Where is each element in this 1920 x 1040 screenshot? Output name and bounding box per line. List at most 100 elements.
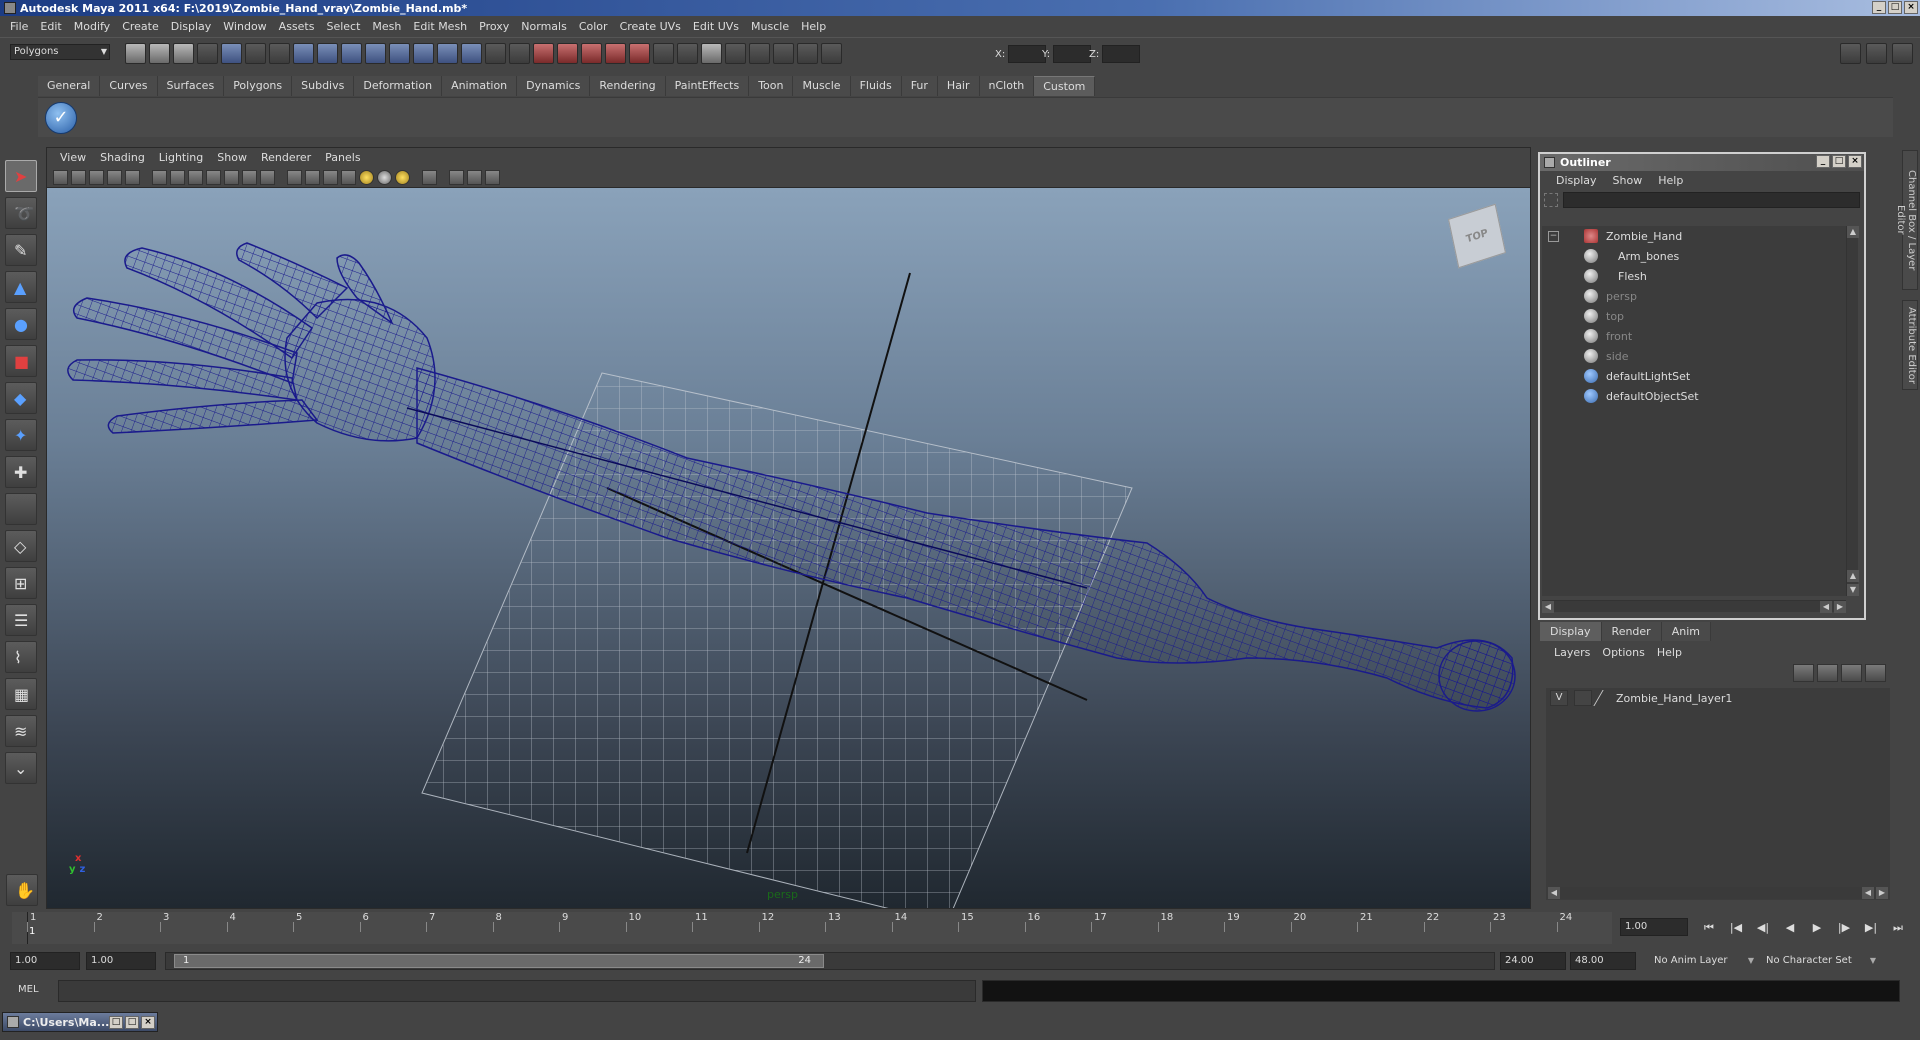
safe-title-icon[interactable] (260, 169, 275, 185)
outliner-item-flesh[interactable]: Flesh (1542, 266, 1846, 286)
snap-surface-icon[interactable] (389, 43, 410, 64)
maximize-button[interactable]: □ (1888, 1, 1902, 14)
menu-edit-mesh[interactable]: Edit Mesh (407, 20, 473, 33)
snap-grid-icon[interactable] (293, 43, 314, 64)
layer-tab-render[interactable]: Render (1601, 622, 1662, 641)
all-lights-icon[interactable] (395, 169, 410, 185)
shelf-tab-animation[interactable]: Animation (442, 76, 518, 96)
side-tab-channel-box[interactable]: Channel Box / Layer Editor (1895, 150, 1918, 290)
shelf-tab-muscle[interactable]: Muscle (793, 76, 851, 96)
outliner-close-button[interactable]: × (1848, 155, 1862, 168)
clipboard-icon[interactable] (701, 43, 722, 64)
collapse-toggle[interactable]: − (1548, 230, 1559, 242)
scale-tool-icon[interactable]: ■ (5, 345, 37, 377)
menu-modify[interactable]: Modify (68, 20, 116, 33)
scroll-up-icon[interactable]: ▲ (1847, 570, 1859, 582)
minimized-window[interactable]: C:\Users\Ma... □ □ × (2, 1012, 158, 1032)
persp-graph-layout-icon[interactable]: ≋ (5, 715, 37, 747)
shelf-tab-painteffects[interactable]: PaintEffects (665, 76, 750, 96)
render-region-icon[interactable] (509, 43, 530, 64)
script-language-label[interactable]: MEL (18, 984, 39, 995)
viewport-menu-view[interactable]: View (53, 151, 93, 164)
outliner-menu-display[interactable]: Display (1548, 174, 1605, 187)
shelf-tab-fluids[interactable]: Fluids (850, 76, 902, 96)
new-empty-layer-icon[interactable] (1841, 664, 1862, 682)
shelf-tab-dynamics[interactable]: Dynamics (517, 76, 591, 96)
layer-tab-display[interactable]: Display (1540, 622, 1602, 641)
select-tool-icon[interactable]: ➤ (5, 160, 37, 192)
shelf-tab-hair[interactable]: Hair (937, 76, 980, 96)
transform-icon[interactable] (725, 43, 746, 64)
outliner-filter-toggle[interactable] (1544, 193, 1558, 207)
layer-visibility-toggle[interactable]: V (1550, 690, 1568, 706)
menu-set-dropdown[interactable]: Polygons ▼ (10, 44, 110, 60)
step-forward-key-icon[interactable]: ▶| (1860, 920, 1882, 936)
shelf-tab-polygons[interactable]: Polygons (224, 76, 293, 96)
menu-color[interactable]: Color (573, 20, 614, 33)
outliner-menu-help[interactable]: Help (1650, 174, 1691, 187)
outliner-item-side[interactable]: side (1542, 346, 1846, 366)
wireframe-on-shaded-icon[interactable] (323, 169, 338, 185)
menu-display[interactable]: Display (165, 20, 218, 33)
camera-attributes-icon[interactable] (71, 169, 86, 185)
hypershade-icon[interactable] (605, 43, 626, 64)
go-to-start-icon[interactable]: ⏮ (1698, 920, 1720, 936)
graph-persp-layout-icon[interactable]: ⌇ (5, 641, 37, 673)
scroll-left-icon[interactable]: ◀ (1862, 887, 1874, 899)
move-layer-up-icon[interactable] (1793, 664, 1814, 682)
minimize-button[interactable]: _ (1872, 1, 1886, 14)
close-button[interactable]: × (141, 1016, 155, 1029)
film-gate-icon[interactable] (170, 169, 185, 185)
go-to-end-icon[interactable]: ⏭ (1887, 920, 1909, 936)
outliner-horizontal-scrollbar[interactable]: ◀ ◀ ▶ (1542, 600, 1846, 613)
menu-assets[interactable]: Assets (273, 20, 321, 33)
step-back-frame-icon[interactable]: ◀| (1752, 920, 1774, 936)
shelf-tab-custom[interactable]: Custom (1034, 76, 1096, 96)
scroll-right-icon[interactable]: ▶ (1876, 887, 1888, 899)
construction-icon[interactable] (437, 43, 458, 64)
hypershade-persp-layout-icon[interactable]: ▦ (5, 678, 37, 710)
z-field[interactable] (1102, 45, 1141, 63)
paint-select-tool-icon[interactable]: ✎ (5, 234, 37, 266)
render-frame-icon[interactable] (533, 43, 554, 64)
help-icon[interactable] (461, 43, 482, 64)
backface-culling-icon[interactable] (485, 169, 500, 185)
menu-window[interactable]: Window (217, 20, 272, 33)
command-input[interactable] (58, 980, 976, 1002)
two-d-pan-icon[interactable] (125, 169, 140, 185)
outliner-vertical-scrollbar[interactable]: ▲ ▲ ▼ (1846, 226, 1859, 596)
outliner-item-default-object-set[interactable]: defaultObjectSet (1542, 386, 1846, 406)
grid-icon[interactable] (152, 169, 167, 185)
scroll-right-icon[interactable]: ▶ (1834, 601, 1846, 613)
shelf-tab-toon[interactable]: Toon (749, 76, 794, 96)
shelf-tab-general[interactable]: General (38, 76, 101, 96)
menu-edit-uvs[interactable]: Edit UVs (687, 20, 745, 33)
xray-joints-icon[interactable] (467, 169, 482, 185)
select-component-icon[interactable] (245, 43, 266, 64)
snap-point-icon[interactable] (341, 43, 362, 64)
layer-horizontal-scrollbar[interactable]: ◀ ◀ ▶ (1548, 887, 1888, 899)
layer-menu-options[interactable]: Options (1596, 646, 1650, 659)
smooth-shade-icon[interactable] (305, 169, 320, 185)
save-scene-icon[interactable] (173, 43, 194, 64)
ipr-render-icon[interactable] (557, 43, 578, 64)
menu-proxy[interactable]: Proxy (473, 20, 515, 33)
resolution-gate-icon[interactable] (188, 169, 203, 185)
safe-action-icon[interactable] (242, 169, 257, 185)
y-field[interactable] (1053, 45, 1092, 63)
new-scene-icon[interactable] (125, 43, 146, 64)
menu-muscle[interactable]: Muscle (745, 20, 795, 33)
soft-mod-tool-icon[interactable]: ✦ (5, 419, 37, 451)
menu-mesh[interactable]: Mesh (366, 20, 407, 33)
menu-help[interactable]: Help (795, 20, 832, 33)
sphere-icon[interactable] (773, 43, 794, 64)
layout-more-icon[interactable]: ⌄ (5, 752, 37, 784)
shelf-tab-deformation[interactable]: Deformation (354, 76, 443, 96)
play-backwards-icon[interactable]: ◀ (1779, 920, 1801, 936)
move-tool-icon[interactable]: ▲ (5, 271, 37, 303)
menu-create-uvs[interactable]: Create UVs (614, 20, 687, 33)
x-field[interactable] (1008, 45, 1047, 63)
step-forward-frame-icon[interactable]: |▶ (1833, 920, 1855, 936)
menu-select[interactable]: Select (320, 20, 366, 33)
field-chart-icon[interactable] (224, 169, 239, 185)
